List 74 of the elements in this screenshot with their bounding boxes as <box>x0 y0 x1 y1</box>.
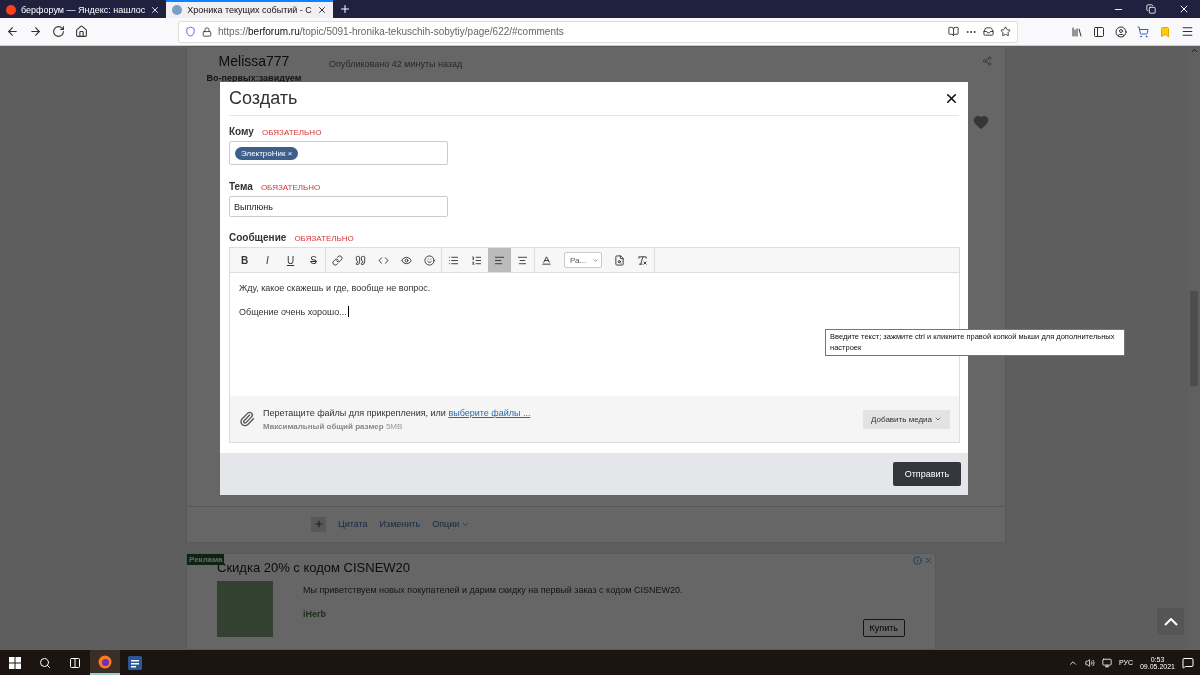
link-icon <box>332 254 343 266</box>
field-label: Тема <box>229 181 253 192</box>
format-button[interactable]: U <box>279 248 302 272</box>
format-button[interactable]: B <box>233 248 256 272</box>
buy-button[interactable]: Купить <box>862 619 905 637</box>
reader-icon[interactable] <box>948 26 959 37</box>
field-label: Кому <box>229 126 254 137</box>
close-tab-icon[interactable] <box>316 5 327 15</box>
shield-icon[interactable] <box>185 26 196 37</box>
font-size-dropdown[interactable]: Ра... <box>564 252 602 268</box>
favicon-icon <box>6 5 16 15</box>
choose-files-link[interactable]: выберите файлы ... <box>448 407 531 418</box>
caret-icon <box>592 256 599 264</box>
restore-icon[interactable] <box>1146 4 1156 14</box>
reload-icon[interactable] <box>52 25 65 38</box>
recipient-tag[interactable]: ЭлектроНик × <box>235 146 299 160</box>
address-bar[interactable]: https://berforum.ru/topic/5091-hronika-tekuschih-sobytiy/page/622/#comments <box>178 20 1018 43</box>
home-icon[interactable] <box>75 25 88 38</box>
format-button[interactable]: S <box>302 248 325 272</box>
ad-label: Реклама <box>187 553 225 565</box>
network-icon[interactable] <box>1101 657 1112 668</box>
recipient-field[interactable]: ЭлектроНик × <box>229 141 448 165</box>
clear-format-icon <box>637 254 648 266</box>
message-paragraph: Общение очень хорошо... <box>239 306 350 317</box>
add-media-button[interactable]: Добавить медиа <box>863 409 950 429</box>
required-label: ОБЯЗАТЕЛЬНО <box>260 183 321 192</box>
align-left-icon <box>494 254 505 266</box>
ad-brand: iHerb <box>303 608 327 619</box>
subject-field[interactable]: Выплюнь <box>229 196 448 217</box>
size-limit: Максимальный общий размер 5MB <box>263 421 404 431</box>
author-status: Во-первых:завидуем <box>206 73 302 83</box>
smiley-icon <box>424 254 435 266</box>
chevron-up-icon <box>1163 617 1178 626</box>
text-color-icon <box>541 254 552 266</box>
cart-icon[interactable] <box>1137 25 1149 38</box>
browser-tab[interactable]: берфорум — Яндекс: нашлос <box>0 0 167 18</box>
menu-icon[interactable] <box>1181 25 1194 38</box>
paperclip-icon <box>239 411 255 427</box>
scroll-top-button[interactable] <box>1157 608 1184 635</box>
send-button[interactable]: Отправить <box>893 462 961 486</box>
field-label: Сообщение <box>229 232 287 243</box>
lock-icon <box>202 26 212 37</box>
close-icon[interactable] <box>1178 3 1190 15</box>
align-center-icon <box>517 254 528 266</box>
bullet-list-icon <box>448 254 459 266</box>
align-left-button[interactable] <box>488 248 511 272</box>
notifications-icon[interactable] <box>1182 656 1194 669</box>
close-tab-icon[interactable] <box>150 5 161 15</box>
sidebar-icon[interactable] <box>1093 25 1105 38</box>
dialog-title: Создать <box>229 88 298 109</box>
account-icon[interactable] <box>1115 25 1127 38</box>
back-icon[interactable] <box>6 25 19 38</box>
favicon-icon <box>172 5 183 15</box>
browser-app-icon[interactable] <box>90 650 120 675</box>
required-label: ОБЯЗАТЕЛЬНО <box>261 128 322 137</box>
format-button[interactable]: I <box>256 248 279 272</box>
preview-icon <box>614 254 625 266</box>
star-icon[interactable] <box>1000 26 1011 37</box>
numbered-list-icon <box>471 254 482 266</box>
library-icon[interactable] <box>1071 25 1083 38</box>
quote-icon <box>355 254 366 266</box>
required-label: ОБЯЗАТЕЛЬНО <box>294 234 354 243</box>
browser-tab[interactable]: Хроника текущих событий - С <box>166 0 333 18</box>
code-icon <box>378 254 389 266</box>
message-paragraph: Жду, какое скажешь и где, вообще не вопрос. <box>239 283 432 293</box>
ad-text: Мы приветствуем новых покупателей и дарим скидку на первый заказ с кодом CISNEW20. <box>303 584 684 595</box>
plus-icon <box>313 519 324 530</box>
attachment-hint: Перетащите файлы для прикрепления, или выберите файлы ... <box>263 407 532 418</box>
forward-icon[interactable] <box>29 25 42 38</box>
volume-icon[interactable] <box>1084 657 1095 668</box>
eye-icon <box>401 254 412 266</box>
close-button[interactable] <box>944 91 959 106</box>
caret-icon <box>934 415 942 423</box>
photo-placeholder <box>217 580 273 637</box>
